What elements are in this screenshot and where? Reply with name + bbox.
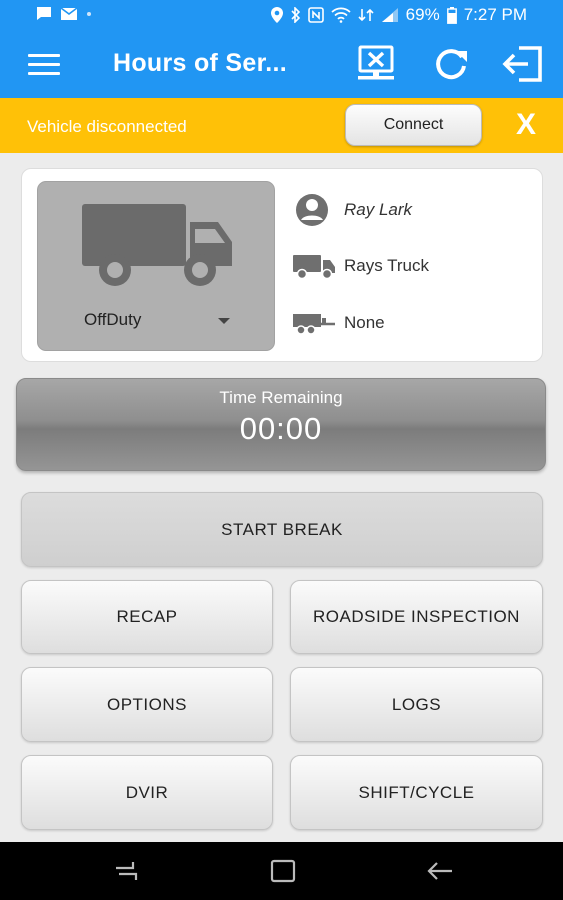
status-right-icons: 69% 7:27 PM <box>270 5 527 25</box>
close-banner-button[interactable]: X <box>510 108 542 142</box>
start-break-button[interactable]: START BREAK <box>21 492 543 567</box>
duty-status-panel[interactable]: OffDuty <box>37 181 275 351</box>
signal-icon <box>381 8 398 22</box>
logs-button[interactable]: LOGS <box>290 667 543 742</box>
banner-message: Vehicle disconnected <box>27 117 187 136</box>
chevron-down-icon <box>218 318 230 324</box>
battery-percent: 69% <box>405 5 440 24</box>
status-left-icons <box>36 6 92 21</box>
logout-icon[interactable] <box>502 44 546 84</box>
email-icon <box>60 6 78 20</box>
driver-row[interactable]: Ray Lark <box>292 192 412 228</box>
wifi-icon <box>331 7 351 23</box>
app-bar: Hours of Ser... <box>0 30 563 98</box>
dvir-button[interactable]: DVIR <box>21 755 273 830</box>
time-remaining-label: Time Remaining <box>219 388 343 407</box>
duty-status-value: OffDuty <box>84 310 142 329</box>
clock: 7:27 PM <box>463 5 527 24</box>
page-title: Hours of Ser... <box>113 49 287 77</box>
location-icon <box>270 7 283 23</box>
user-icon <box>296 194 328 226</box>
dot-icon <box>87 11 91 16</box>
menu-icon[interactable] <box>28 54 60 76</box>
trailer-name: None <box>344 313 385 332</box>
status-bar: 69% 7:27 PM <box>0 0 563 30</box>
options-button[interactable]: OPTIONS <box>21 667 273 742</box>
refresh-icon[interactable] <box>429 44 473 84</box>
roadside-inspection-button[interactable]: ROADSIDE INSPECTION <box>290 580 543 654</box>
time-remaining-panel: Time Remaining 00:00 <box>16 378 546 471</box>
trailer-row[interactable]: None <box>292 305 385 341</box>
recents-icon[interactable] <box>111 858 141 884</box>
battery-icon <box>446 6 457 24</box>
vehicle-disconnected-banner: Vehicle disconnected Connect X <box>0 98 563 153</box>
connect-button[interactable]: Connect <box>345 104 482 146</box>
message-icon <box>37 7 51 20</box>
home-icon[interactable] <box>268 858 298 884</box>
shift-cycle-button[interactable]: SHIFT/CYCLE <box>290 755 543 830</box>
driver-info-card: OffDuty Ray Lark Rays Truck None <box>21 168 543 362</box>
trailer-icon <box>293 314 335 335</box>
time-remaining-value: 00:00 <box>239 411 323 446</box>
vehicle-name: Rays Truck <box>344 256 430 275</box>
nfc-icon <box>307 7 324 23</box>
navigation-bar <box>0 842 563 900</box>
driver-name: Ray Lark <box>344 200 413 219</box>
duty-status-dropdown[interactable]: OffDuty <box>84 310 230 334</box>
truck-icon <box>82 204 232 286</box>
recap-button[interactable]: RECAP <box>21 580 273 654</box>
vehicle-icon <box>293 255 335 280</box>
back-icon[interactable] <box>425 858 455 884</box>
data-icon <box>358 8 374 22</box>
bluetooth-icon <box>291 7 300 23</box>
disconnected-device-icon[interactable] <box>354 44 398 84</box>
vehicle-row[interactable]: Rays Truck <box>292 248 429 284</box>
